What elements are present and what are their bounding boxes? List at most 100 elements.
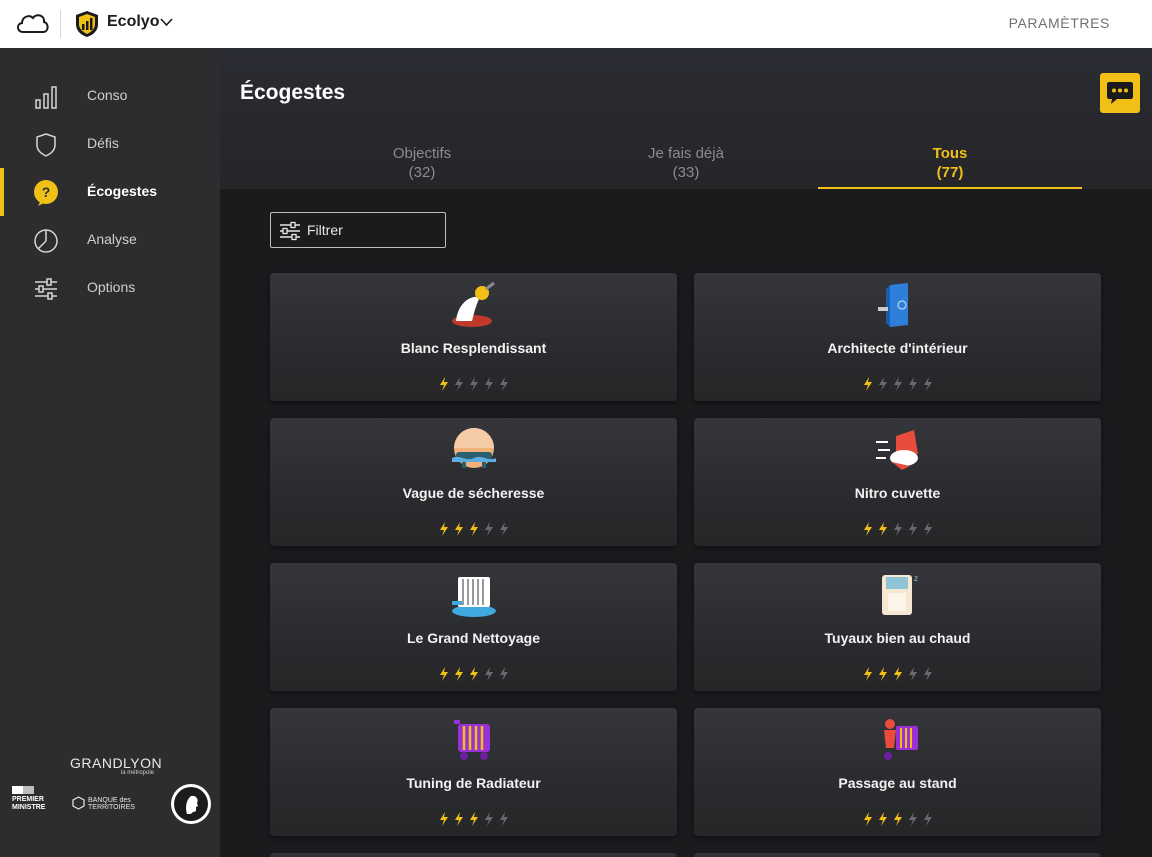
red-toilet-speed-icon (876, 430, 918, 470)
cloud-icon[interactable] (14, 8, 50, 38)
bolt-filled-icon (440, 522, 448, 536)
bolt-filled-icon (470, 667, 478, 681)
blue-door-icon (878, 283, 908, 327)
banque-des-territoires-logo: BANQUE des TERRITOIRES (72, 795, 148, 811)
card-rating (862, 812, 934, 826)
bolt-empty-icon (924, 667, 932, 681)
bar-chart-icon (35, 86, 57, 109)
banque-des-territoires-logo-text: BANQUE des TERRITOIRES (88, 797, 135, 811)
radiator-stand-icon (884, 719, 918, 760)
bolt-empty-icon (909, 667, 917, 681)
bolt-filled-icon (440, 667, 448, 681)
hexagon-icon (72, 796, 85, 810)
bolt-empty-icon (879, 377, 887, 391)
bolt-filled-icon (864, 377, 872, 391)
ecogesture-card[interactable]: Tuning de Radiateur (270, 708, 677, 836)
bolt-empty-icon (894, 522, 902, 536)
purple-radiator-icon (454, 720, 490, 760)
page-title: Écogestes (240, 81, 346, 104)
tab-count: (32) (408, 164, 436, 181)
sidebar-item-label: Défis (87, 135, 119, 151)
bolt-empty-icon (500, 812, 508, 826)
bolt-filled-icon (864, 667, 872, 681)
ecogesture-card[interactable]: z Tuyaux bien au chaud (694, 563, 1101, 691)
app-name[interactable]: Ecolyo (107, 13, 159, 31)
sidebar-item-analyse[interactable]: Analyse (0, 216, 220, 264)
bolt-empty-icon (470, 377, 478, 391)
sidebar-item-label: Conso (87, 87, 128, 103)
card-title: Tuyaux bien au chaud (824, 630, 971, 646)
card-title: Architecte d'intérieur (827, 340, 968, 356)
tab-label: Tous (932, 145, 968, 162)
bolt-empty-icon (500, 667, 508, 681)
pipe-insulation-icon: z (882, 574, 918, 615)
chevron-down-icon[interactable] (160, 17, 173, 27)
bolt-filled-icon (455, 667, 463, 681)
ecogesture-card[interactable]: Nitro cuvette (694, 418, 1101, 546)
sidebar: Conso Défis ? Écogestes Analyse Options … (0, 48, 220, 857)
feedback-button[interactable] (1100, 73, 1140, 113)
french-flag-icon (12, 786, 34, 794)
ecolyo-logo-icon (76, 11, 98, 37)
bolt-filled-icon (879, 522, 887, 536)
bolt-empty-icon (455, 377, 463, 391)
lightbulb-question-icon: ? (34, 180, 58, 206)
bolt-empty-icon (909, 377, 917, 391)
sidebar-item-label: Écogestes (87, 183, 158, 199)
main-content: Écogestes Objectifs (32) Je fais déjà (3… (220, 48, 1152, 857)
sidebar-item-ecogestes[interactable]: ? Écogestes (0, 168, 220, 216)
bolt-empty-icon (924, 377, 932, 391)
bolt-filled-icon (894, 812, 902, 826)
marianne-profile-icon (174, 787, 208, 821)
sidebar-item-conso[interactable]: Conso (0, 72, 220, 120)
card-title: Vague de sécheresse (402, 485, 545, 501)
bolt-empty-icon (500, 377, 508, 391)
sidebar-item-options[interactable]: Options (0, 264, 220, 312)
card-rating (862, 667, 934, 681)
tab-tous[interactable]: Tous (77) (818, 144, 1082, 189)
ecogesture-card[interactable]: Passage au stand (694, 708, 1101, 836)
top-bar: Ecolyo PARAMÈTRES (0, 0, 1152, 48)
ecogesture-card[interactable]: Le Grand Nettoyage (270, 563, 677, 691)
bolt-filled-icon (864, 812, 872, 826)
card-rating (862, 522, 934, 536)
chat-bubble-icon (1107, 82, 1133, 104)
card-rating (862, 377, 934, 391)
bolt-filled-icon (440, 377, 448, 391)
bolt-empty-icon (909, 522, 917, 536)
tab-label: Objectifs (392, 145, 452, 162)
bolt-empty-icon (909, 812, 917, 826)
tab-objectifs[interactable]: Objectifs (32) (290, 144, 554, 189)
sidebar-item-defis[interactable]: Défis (0, 120, 220, 168)
ecogesture-card[interactable]: Blanc Resplendissant (270, 273, 677, 401)
ecogesture-card-partial[interactable] (270, 853, 677, 857)
bolt-empty-icon (500, 522, 508, 536)
grandlyon-logo-subtitle: la métropole (120, 770, 154, 776)
grandlyon-logo-text: GRANDLYON (70, 755, 163, 771)
card-title: Nitro cuvette (854, 485, 941, 501)
premier-ministre-logo-text: PREMIER MINISTRE (12, 796, 46, 811)
card-rating (438, 522, 510, 536)
bolt-filled-icon (864, 522, 872, 536)
tab-count: (77) (936, 164, 964, 181)
tab-count: (33) (672, 164, 700, 181)
settings-link[interactable]: PARAMÈTRES (1009, 15, 1110, 31)
bolt-empty-icon (924, 812, 932, 826)
svg-text:z: z (914, 574, 918, 583)
bolt-filled-icon (470, 812, 478, 826)
card-title: Passage au stand (838, 775, 957, 791)
ecogesture-card-partial[interactable] (694, 853, 1101, 857)
ecogesture-card[interactable]: Architecte d'intérieur (694, 273, 1101, 401)
bolt-filled-icon (455, 522, 463, 536)
bathtub-sunset-icon (452, 428, 496, 468)
card-title: Le Grand Nettoyage (406, 630, 541, 646)
ecogesture-card[interactable]: Vague de sécheresse (270, 418, 677, 546)
bolt-filled-icon (440, 812, 448, 826)
radiator-cleaning-icon (452, 577, 496, 617)
filter-button[interactable]: Filtrer (270, 212, 446, 248)
card-rating (438, 812, 510, 826)
card-rating (438, 667, 510, 681)
tab-je-fais-deja[interactable]: Je fais déjà (33) (554, 144, 818, 189)
card-title: Tuning de Radiateur (406, 775, 541, 791)
svg-text:?: ? (42, 184, 51, 200)
